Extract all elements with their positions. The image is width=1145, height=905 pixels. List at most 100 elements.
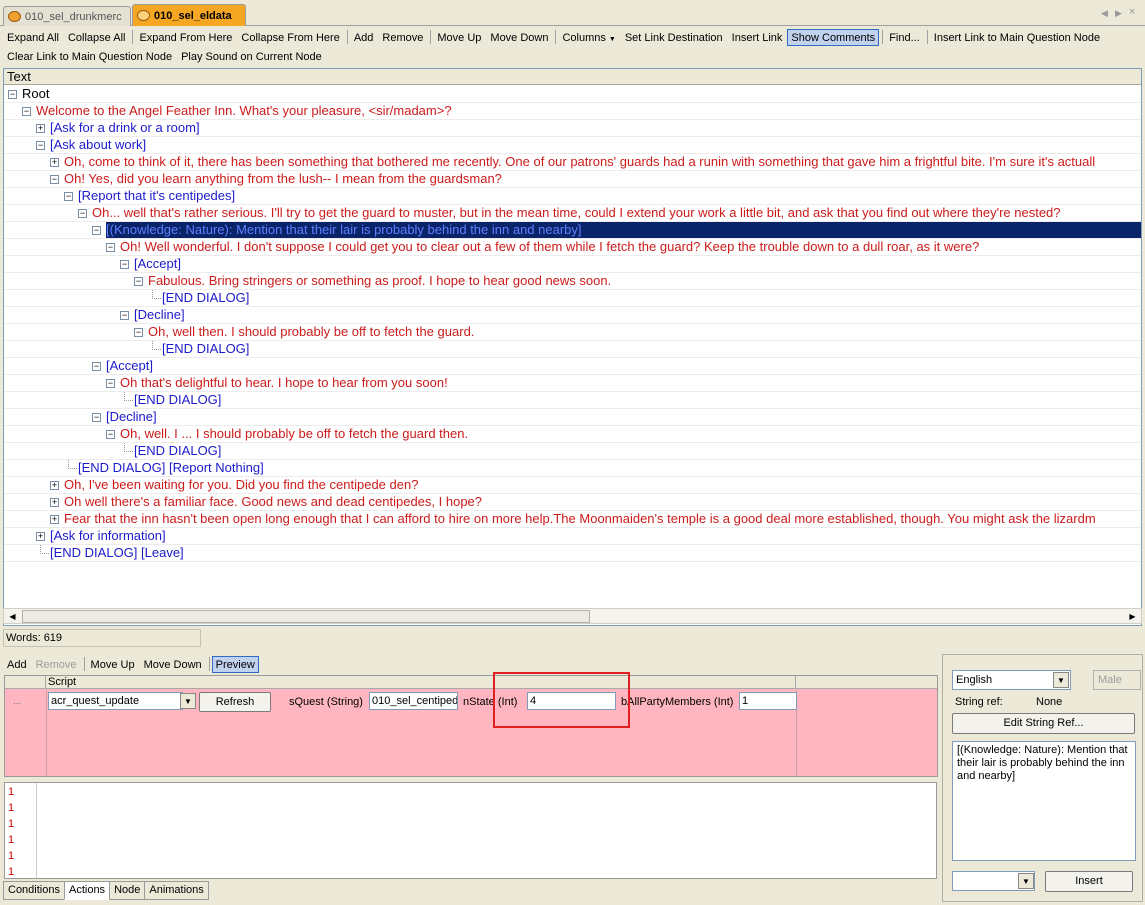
add-node-button[interactable]: Add [350, 29, 378, 46]
collapse-node-icon[interactable]: − [8, 90, 17, 99]
columns-dropdown-button[interactable]: Columns ▼ [558, 29, 619, 46]
tree-node-row[interactable]: [END DIALOG] [4, 443, 1141, 460]
move-down-button[interactable]: Move Down [486, 29, 552, 46]
chevron-down-icon[interactable]: ▼ [180, 693, 196, 709]
squest-input[interactable]: 010_sel_centiped [369, 692, 458, 710]
scroll-left-icon[interactable]: ◀ [5, 610, 20, 623]
chevron-down-icon[interactable]: ▼ [1018, 873, 1034, 889]
tree-node-row[interactable]: − Root [4, 86, 1141, 103]
tree-node-row[interactable]: − Oh that's delightful to hear. I hope to… [4, 375, 1141, 392]
collapse-node-icon[interactable]: − [106, 430, 115, 439]
close-tab-icon[interactable]: × [1129, 6, 1135, 18]
chevron-down-icon[interactable]: ▼ [1053, 672, 1069, 688]
comment-textarea[interactable]: [(Knowledge: Nature): Mention that their… [952, 741, 1136, 861]
expand-all-button[interactable]: Expand All [3, 29, 63, 46]
scrollbar-thumb[interactable] [22, 610, 590, 623]
tree-node-row[interactable]: − [Decline] [4, 307, 1141, 324]
tree-node-row[interactable]: − Oh... well that's rather serious. I'll … [4, 205, 1141, 222]
remove-action-button[interactable]: Remove [32, 656, 81, 673]
tree-node-row[interactable]: [END DIALOG] [4, 392, 1141, 409]
collapse-node-icon[interactable]: − [50, 175, 59, 184]
tab-animations[interactable]: Animations [144, 881, 209, 900]
expand-node-icon[interactable]: + [36, 532, 45, 541]
dialog-tree[interactable]: Text − Root − Welcome to the Angel Feather … [3, 68, 1142, 626]
tree-node-row[interactable]: − [(Knowledge: Nature): Mention that thei… [4, 222, 1141, 239]
move-up-action-button[interactable]: Move Up [87, 656, 139, 673]
insert-link-to-main-question-node-button[interactable]: Insert Link to Main Question Node [930, 29, 1104, 46]
collapse-from-here-button[interactable]: Collapse From Here [237, 29, 343, 46]
tree-node-row[interactable]: − Oh! Yes, did you learn anything from th… [4, 171, 1141, 188]
tree-horizontal-scrollbar[interactable]: ◀ ▶ [3, 608, 1142, 624]
tree-node-row[interactable]: [END DIALOG] [4, 290, 1141, 307]
tree-node-row[interactable]: − [Ask about work] [4, 137, 1141, 154]
tree-node-row[interactable]: + [Ask for a drink or a room] [4, 120, 1141, 137]
collapse-node-icon[interactable]: − [22, 107, 31, 116]
move-up-button[interactable]: Move Up [433, 29, 485, 46]
scroll-tabs-left-icon[interactable]: ◀ [1101, 8, 1108, 19]
expand-node-icon[interactable]: + [50, 498, 59, 507]
tree-node-row[interactable]: [END DIALOG] [4, 341, 1141, 358]
tree-node-row[interactable]: − Oh, well. I ... I should probably be of… [4, 426, 1141, 443]
collapse-node-icon[interactable]: − [36, 141, 45, 150]
collapse-node-icon[interactable]: − [120, 311, 129, 320]
expand-node-icon[interactable]: + [36, 124, 45, 133]
tree-node-row[interactable]: + [Ask for information] [4, 528, 1141, 545]
find-button[interactable]: Find... [885, 29, 924, 46]
script-name-combo[interactable]: acr_quest_update [48, 692, 183, 710]
show-comments-toggle[interactable]: Show Comments [787, 28, 880, 46]
expand-node-icon[interactable]: + [50, 158, 59, 167]
script-column-header[interactable]: Script [46, 676, 796, 689]
expand-node-icon[interactable]: + [50, 481, 59, 490]
tree-node-row[interactable]: [END DIALOG] [Leave] [4, 545, 1141, 562]
set-link-destination-button[interactable]: Set Link Destination [621, 29, 727, 46]
tree-node-row[interactable]: [END DIALOG] [Report Nothing] [4, 460, 1141, 477]
collapse-node-icon[interactable]: − [106, 243, 115, 252]
insert-button[interactable]: Insert [1045, 871, 1133, 892]
collapse-node-icon[interactable]: − [92, 413, 101, 422]
expand-from-here-button[interactable]: Expand From Here [135, 29, 236, 46]
collapse-all-button[interactable]: Collapse All [64, 29, 129, 46]
collapse-node-icon[interactable]: − [120, 260, 129, 269]
scroll-tabs-right-icon[interactable]: ▶ [1115, 8, 1122, 19]
ballpartymembers-input[interactable]: 1 [739, 692, 797, 710]
tree-node-row[interactable]: − [Accept] [4, 358, 1141, 375]
collapse-node-icon[interactable]: − [134, 277, 143, 286]
expand-node-icon[interactable]: + [50, 515, 59, 524]
tree-node-row[interactable]: − Oh! Well wonderful. I don't suppose I c… [4, 239, 1141, 256]
collapse-node-icon[interactable]: − [92, 226, 101, 235]
tree-node-row[interactable]: − Fabulous. Bring stringers or something … [4, 273, 1141, 290]
tab-conditions[interactable]: Conditions [3, 881, 65, 900]
tree-node-row[interactable]: + Oh well there's a familiar face. Good n… [4, 494, 1141, 511]
tree-node-row[interactable]: − [Accept] [4, 256, 1141, 273]
tab-010-sel-eldata[interactable]: 010_sel_eldata [132, 4, 246, 26]
tree-node-row[interactable]: − Oh, well then. I should probably be off… [4, 324, 1141, 341]
tree-column-header[interactable]: Text [4, 69, 1141, 85]
tab-node[interactable]: Node [109, 881, 146, 900]
edit-string-ref-button[interactable]: Edit String Ref... [952, 713, 1135, 734]
move-down-action-button[interactable]: Move Down [140, 656, 206, 673]
refresh-button[interactable]: Refresh [199, 692, 271, 712]
gender-select[interactable]: Male [1093, 670, 1141, 690]
tree-node-row[interactable]: + Oh, I've been waiting for you. Did you … [4, 477, 1141, 494]
tree-node-row[interactable]: + Fear that the inn hasn't been open long… [4, 511, 1141, 528]
tab-actions[interactable]: Actions [63, 881, 111, 900]
insert-link-button[interactable]: Insert Link [728, 29, 787, 46]
add-action-button[interactable]: Add [3, 656, 31, 673]
collapse-node-icon[interactable]: − [134, 328, 143, 337]
collapse-node-icon[interactable]: − [106, 379, 115, 388]
script-preview-area[interactable]: 1 1 1 1 1 1 [4, 782, 937, 879]
preview-toggle[interactable]: Preview [211, 655, 259, 673]
row-selector[interactable]: ... [13, 696, 21, 707]
tree-node-row[interactable]: + Oh, come to think of it, there has been… [4, 154, 1141, 171]
play-sound-button[interactable]: Play Sound on Current Node [177, 48, 326, 65]
collapse-node-icon[interactable]: − [78, 209, 87, 218]
tree-node-row[interactable]: − [Report that it's centipedes] [4, 188, 1141, 205]
scroll-right-icon[interactable]: ▶ [1125, 610, 1140, 623]
collapse-node-icon[interactable]: − [64, 192, 73, 201]
tree-node-row[interactable]: − Welcome to the Angel Feather Inn. What'… [4, 103, 1141, 120]
clear-link-to-main-question-node-button[interactable]: Clear Link to Main Question Node [3, 48, 176, 65]
tree-node-row[interactable]: − [Decline] [4, 409, 1141, 426]
collapse-node-icon[interactable]: − [92, 362, 101, 371]
remove-node-button[interactable]: Remove [378, 29, 427, 46]
tab-010-sel-drunkmerc[interactable]: 010_sel_drunkmerc [3, 6, 131, 26]
